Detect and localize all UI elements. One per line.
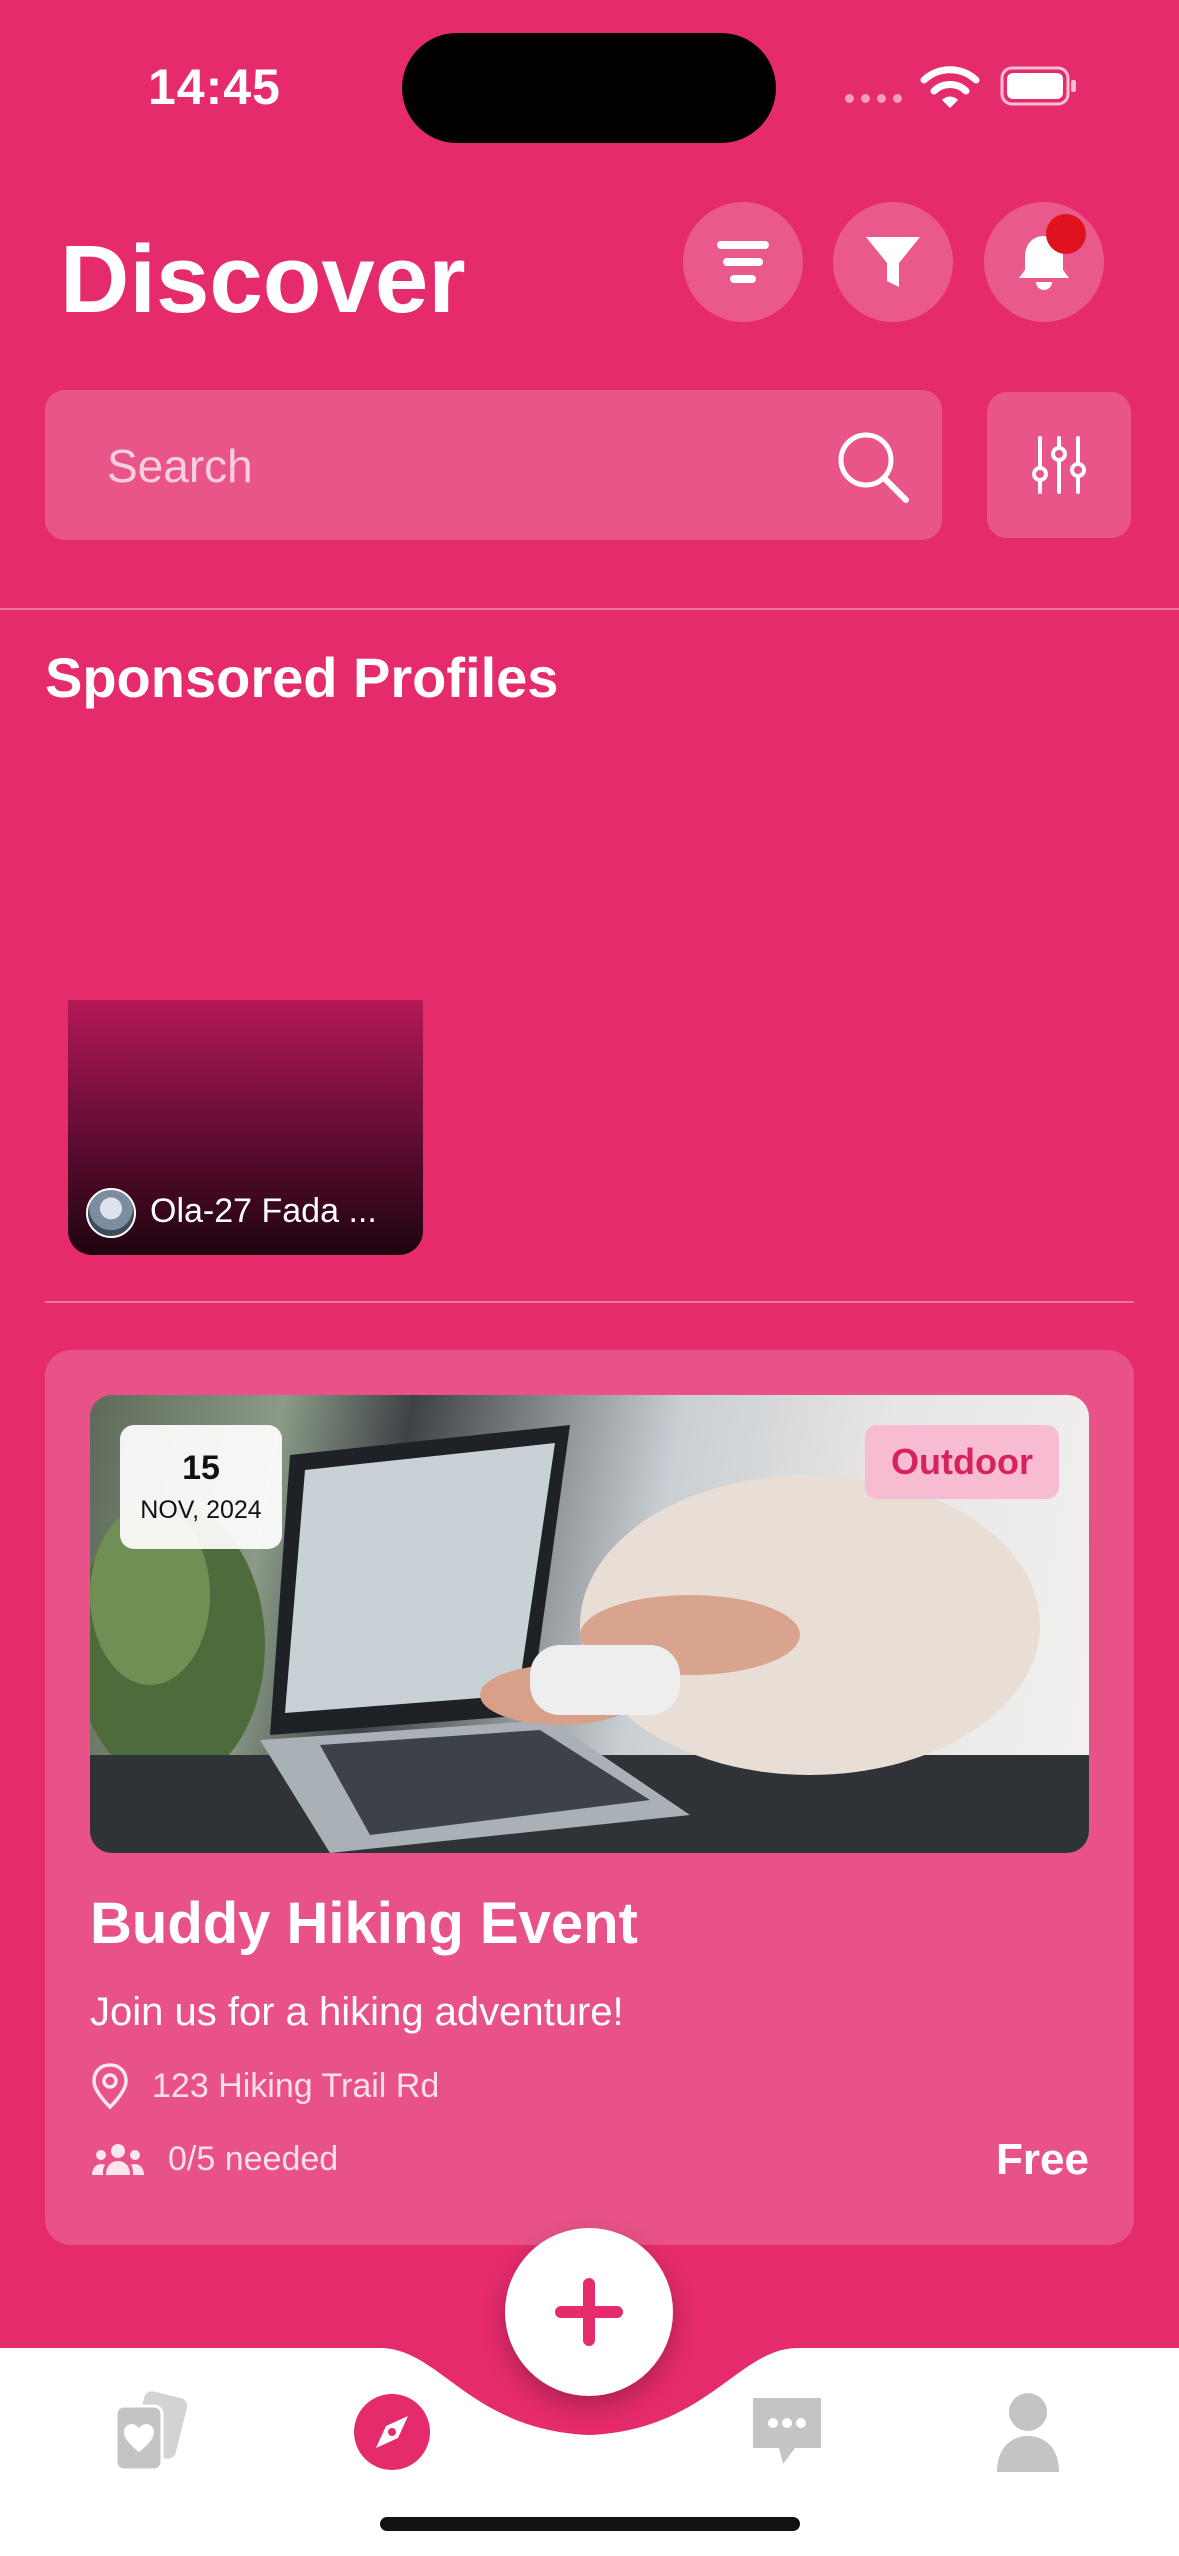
battery-icon bbox=[1000, 66, 1076, 106]
chat-icon bbox=[753, 2398, 821, 2464]
search-icon[interactable] bbox=[832, 426, 912, 506]
event-price: Free bbox=[996, 2135, 1089, 2184]
event-location: 123 Hiking Trail Rd bbox=[152, 2066, 440, 2105]
sliders-icon bbox=[1032, 436, 1086, 494]
nav-item-cards[interactable] bbox=[100, 2382, 200, 2482]
search-input[interactable] bbox=[105, 390, 809, 542]
plus-icon bbox=[555, 2278, 623, 2346]
filter-icon bbox=[866, 237, 920, 287]
cards-heart-icon bbox=[114, 2391, 188, 2472]
sponsored-profile-card[interactable]: Ola-27 Fada ... bbox=[68, 1000, 423, 1255]
event-image: 15 NOV, 2024 Outdoor bbox=[90, 1395, 1089, 1853]
event-date-day: 15 bbox=[182, 1449, 220, 1487]
event-category-badge: Outdoor bbox=[865, 1425, 1059, 1499]
notification-badge bbox=[1046, 214, 1086, 254]
create-event-button[interactable] bbox=[505, 2228, 673, 2396]
nav-item-messages[interactable] bbox=[737, 2382, 837, 2482]
sort-button[interactable] bbox=[683, 202, 803, 322]
event-date-month: NOV, 2024 bbox=[140, 1496, 262, 1524]
status-time: 14:45 bbox=[148, 59, 281, 115]
wifi-icon bbox=[920, 66, 980, 108]
filter-button[interactable] bbox=[833, 202, 953, 322]
person-icon bbox=[997, 2393, 1059, 2472]
event-date-badge: 15 NOV, 2024 bbox=[120, 1425, 282, 1549]
event-location-row: 123 Hiking Trail Rd bbox=[90, 2062, 439, 2110]
people-icon bbox=[92, 2143, 144, 2175]
nav-item-profile[interactable] bbox=[978, 2382, 1078, 2482]
event-needed-count: 0/5 needed bbox=[168, 2140, 339, 2178]
section-divider bbox=[45, 1301, 1134, 1303]
avatar bbox=[86, 1188, 136, 1238]
search-bar[interactable] bbox=[45, 390, 942, 542]
event-card[interactable]: 15 NOV, 2024 Outdoor Buddy Hiking Event … bbox=[45, 1350, 1134, 2245]
section-title-sponsored: Sponsored Profiles bbox=[45, 646, 559, 709]
profile-name: Ola-27 Fada ... bbox=[150, 1192, 377, 1230]
compass-icon bbox=[354, 2394, 430, 2470]
nav-item-discover[interactable] bbox=[342, 2382, 442, 2482]
sort-icon bbox=[717, 241, 769, 283]
header-divider bbox=[0, 608, 1179, 610]
home-indicator bbox=[380, 2517, 800, 2531]
dynamic-island bbox=[402, 33, 776, 143]
location-pin-icon bbox=[92, 2063, 128, 2110]
cellular-signal-icon bbox=[845, 94, 902, 103]
event-attendance-row: 0/5 needed bbox=[90, 2140, 338, 2179]
event-description: Join us for a hiking adventure! bbox=[90, 1990, 624, 2034]
event-title: Buddy Hiking Event bbox=[90, 1891, 638, 1956]
page-title: Discover bbox=[60, 226, 466, 333]
advanced-filter-button[interactable] bbox=[987, 392, 1131, 538]
notifications-button[interactable] bbox=[984, 202, 1104, 322]
